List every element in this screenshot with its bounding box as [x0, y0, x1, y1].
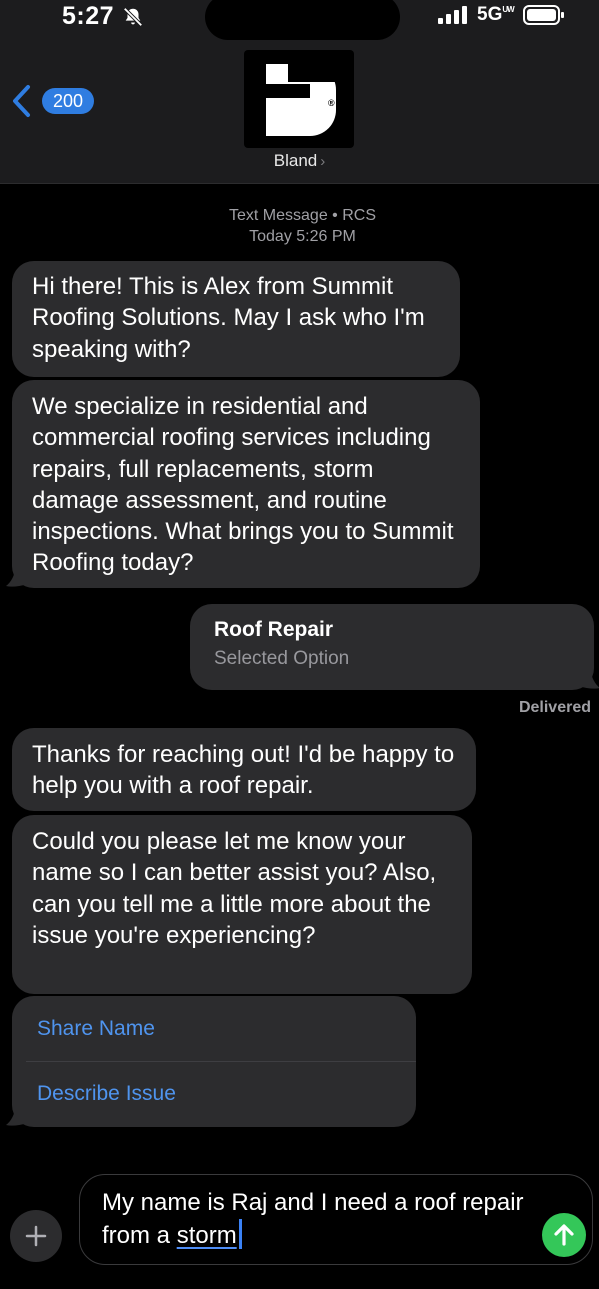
autocorrect-underline-word[interactable]: storm	[177, 1222, 237, 1249]
chevron-left-icon	[13, 85, 30, 117]
unread-count-badge: 200	[42, 88, 95, 114]
battery-icon	[523, 5, 564, 25]
network-label: 5GUW	[477, 4, 515, 25]
message-input[interactable]: My name is Raj and I need a roof repair …	[79, 1174, 593, 1265]
sent-selected-option[interactable]: Roof Repair Selected Option	[190, 604, 594, 690]
suggestion-share-name[interactable]: Share Name	[12, 997, 416, 1061]
bubble-tail	[6, 566, 28, 587]
conversation-meta: Text Message • RCS Today 5:26 PM	[0, 205, 599, 247]
suggestion-describe-issue[interactable]: Describe Issue	[12, 1062, 416, 1126]
contact-avatar[interactable]: ®	[244, 50, 354, 148]
plus-icon	[25, 1225, 47, 1247]
message-input-text[interactable]: My name is Raj and I need a roof repair …	[102, 1187, 542, 1252]
status-time: 5:27	[62, 2, 115, 30]
chevron-right-icon: ›	[320, 153, 326, 170]
bubble-tail	[6, 1105, 28, 1126]
send-button[interactable]	[542, 1213, 586, 1257]
signal-icon	[438, 6, 467, 24]
received-message[interactable]: Thanks for reaching out! I'd be happy to…	[12, 728, 476, 811]
selected-option-title: Roof Repair	[214, 618, 334, 641]
message-type-label: Text Message • RCS	[229, 207, 376, 224]
suggested-replies: Share Name Describe Issue	[12, 996, 416, 1127]
conversation-header: 5:27 5GUW 200 ® Bland ›	[0, 0, 599, 184]
registered-mark: ®	[328, 98, 335, 108]
arrow-up-icon	[554, 1224, 574, 1246]
received-message[interactable]: Could you please let me know your name s…	[12, 815, 472, 994]
contact-name[interactable]: Bland ›	[0, 151, 599, 171]
delivered-status: Delivered	[518, 699, 591, 716]
received-message[interactable]: We specialize in residential and commerc…	[12, 380, 480, 588]
add-attachment-button[interactable]	[10, 1210, 62, 1262]
dynamic-island	[205, 0, 400, 40]
received-message[interactable]: Hi there! This is Alex from Summit Roofi…	[12, 261, 460, 377]
message-timestamp: Today 5:26 PM	[249, 228, 356, 245]
selected-option-subtitle: Selected Option	[214, 648, 350, 669]
bell-slash-icon	[123, 7, 143, 27]
text-cursor	[238, 1219, 242, 1249]
bubble-tail	[578, 668, 599, 689]
back-button[interactable]: 200	[10, 84, 100, 118]
